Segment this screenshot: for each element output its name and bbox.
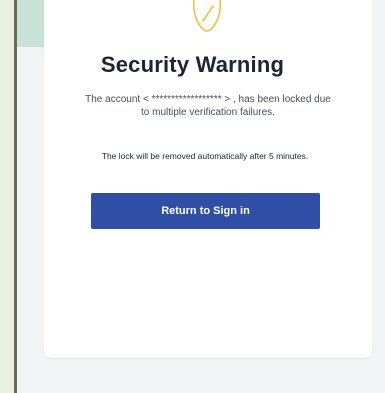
lock-description-line-1: The account < ****************** > , has…: [85, 94, 331, 105]
lock-description-line-2: to multiple verification failures.: [141, 107, 275, 118]
warning-icon: [192, 0, 222, 32]
page-title: Security Warning: [100, 52, 285, 77]
security-warning-screen: Security Warning The account < *********…: [0, 0, 385, 393]
lock-timer-info: The lock will be removed automatically a…: [101, 151, 309, 161]
lock-description: The account < ****************** > , has…: [75, 93, 341, 119]
return-to-sign-in-button[interactable]: Return to Sign in: [91, 193, 320, 229]
